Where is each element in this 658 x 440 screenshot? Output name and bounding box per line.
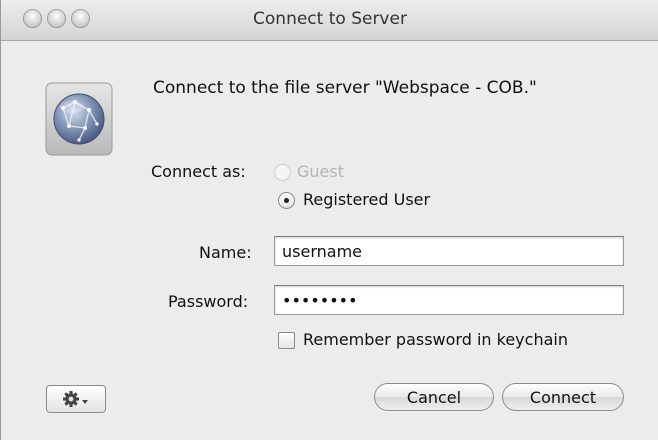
remember-password-label[interactable]: Remember password in keychain [303,330,568,349]
password-label: Password: [168,292,249,311]
password-input[interactable] [274,285,624,315]
name-input[interactable] [274,236,624,266]
title-bar[interactable]: Connect to Server [1,0,658,41]
connect-button[interactable]: Connect [502,383,624,411]
registered-user-radio[interactable] [278,192,295,209]
chevron-down-icon [82,400,88,404]
connect-as-label: Connect as: [151,162,246,181]
guest-radio-label[interactable]: Guest [297,162,344,181]
guest-radio[interactable] [274,164,291,181]
globe-server-icon [45,82,113,156]
remember-password-checkbox[interactable] [278,332,295,349]
gear-icon [63,391,88,407]
radio-selected-indicator [284,198,289,203]
window-title: Connect to Server [253,9,407,29]
action-menu-button[interactable] [46,385,106,413]
dialog-message: Connect to the file server "Webspace - C… [153,78,537,98]
registered-user-radio-label[interactable]: Registered User [303,190,430,209]
name-label: Name: [199,243,252,262]
cancel-button[interactable]: Cancel [374,383,494,411]
connect-to-server-dialog: Connect to Server Connect to the file se… [0,0,658,440]
